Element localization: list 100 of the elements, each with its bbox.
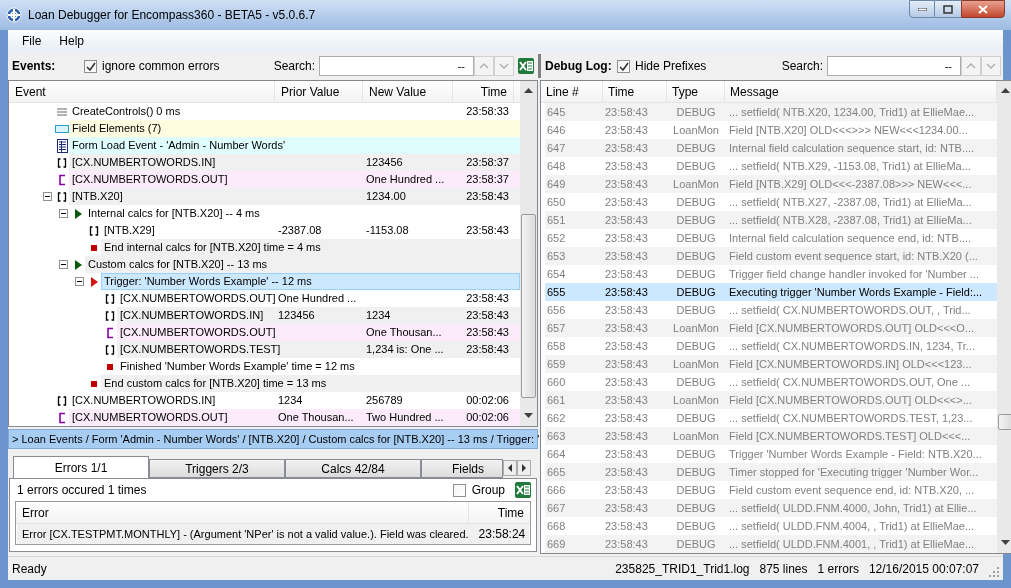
- scroll-thumb[interactable]: [521, 214, 536, 398]
- log-row[interactable]: 657 23:58:43 LoanMon Field [CX.NUMBERTOWORDS.OUT] OLD<<<O...: [545, 319, 997, 337]
- table-cell: 1234.00: [366, 190, 406, 203]
- table-cell-text: 647: [546, 140, 567, 156]
- tab[interactable]: Fields: [421, 459, 503, 478]
- chevron-down-icon: [499, 62, 509, 70]
- scrollbar[interactable]: [520, 81, 537, 426]
- checkbox[interactable]: [617, 59, 630, 73]
- event-label: Field Elements (7): [72, 122, 162, 135]
- log-row[interactable]: 663 23:58:43 LoanMon Field [CX.NUMBERTOWORDS.TEST] OLD<<<...: [545, 427, 997, 445]
- log-row[interactable]: 647 23:58:43 DEBUG Internal field calculation sequence start, id: NTB....: [545, 139, 997, 157]
- table-cell-text: 660: [546, 374, 567, 390]
- log-row[interactable]: 653 23:58:43 DEBUG Field custom event sequence start, id: NTB.X20 (...: [545, 247, 997, 265]
- log-row[interactable]: 667 23:58:43 DEBUG ... setfield( ULDD.FNM.4000, John, Trid1) at Ellie...: [545, 499, 997, 517]
- table-cell-text: 668: [546, 518, 567, 534]
- checkbox[interactable]: [452, 483, 466, 497]
- tree-row[interactable]: [CX.NUMBERTOWORDS.IN] 123456 23:58:37: [69, 154, 520, 171]
- table-cell-text: 648: [546, 158, 567, 174]
- tree-row[interactable]: [CX.NUMBERTOWORDS.OUT] One Thousan... 23:58:43: [117, 324, 520, 341]
- tree-row[interactable]: Field Elements (7): [69, 120, 520, 137]
- column-header[interactable]: Time: [453, 81, 514, 102]
- log-row[interactable]: 669 23:58:43 DEBUG ... setfield( ULDD.FNM.4001, , Trid1) at EllieMae...: [545, 535, 997, 553]
- caret-left-icon: [507, 464, 513, 472]
- log-row[interactable]: 661 23:58:43 LoanMon Field [CX.NUMBERTOWORDS.OUT] OLD<<<>...: [545, 391, 997, 409]
- collapse-toggle-icon[interactable]: [42, 192, 52, 201]
- log-row[interactable]: 645 23:58:43 DEBUG ... setfield( NTB.X20, 1234.00, Trid1) at EllieMae...: [545, 103, 997, 121]
- menu-item[interactable]: File: [14, 31, 50, 51]
- log-row[interactable]: 665 23:58:43 DEBUG Timer stopped for 'Executing trigger 'Number Wor...: [545, 463, 997, 481]
- tree-row[interactable]: Internal calcs for [NTB.X20] -- 4 ms: [85, 205, 520, 222]
- table-cell-text: ... setfield( CX.NUMBERTOWORDS.OUT, One ...: [728, 374, 972, 390]
- table-cell-text: 23:58:43: [604, 230, 649, 246]
- tree-row[interactable]: [CX.NUMBERTOWORDS.IN] 1234 256789 00:02:06: [69, 392, 520, 409]
- collapse-toggle-icon[interactable]: [58, 260, 68, 269]
- brackets-icon: [57, 394, 67, 407]
- brackets-icon: [105, 292, 115, 305]
- column-header[interactable]: New Value: [363, 81, 453, 102]
- table-cell-text: DEBUG: [675, 158, 717, 174]
- event-label: [CX.NUMBERTOWORDS.TEST]: [120, 343, 281, 356]
- column-header[interactable]: Event: [9, 81, 275, 102]
- breadcrumb-bar: > Loan Events / Form 'Admin - Number Words' / [NTB.X20] / Custom calcs for [NTB.X20] -- 13 ms / Trigger: ': [8, 429, 538, 449]
- tree-row[interactable]: Finished 'Number Words Example' time = 12 ms: [117, 358, 520, 375]
- column-header[interactable]: Time: [603, 81, 667, 102]
- log-row[interactable]: 659 23:58:43 LoanMon Field [CX.NUMBERTOWORDS.IN] OLD<<<123...: [545, 355, 997, 373]
- table-cell-text: LoanMon: [672, 392, 720, 408]
- log-row[interactable]: 651 23:58:43 DEBUG ... setfield( NTB.X28, -2387.08, Trid1) at EllieMa...: [545, 211, 997, 229]
- tree-row[interactable]: [NTB.X20] 1234.00 23:58:43: [69, 188, 520, 205]
- close-button[interactable]: [961, 0, 1005, 18]
- scroll-down-icon: [1001, 540, 1010, 546]
- tab-scroll-right-button[interactable]: [517, 460, 531, 476]
- maximize-button[interactable]: [935, 0, 961, 18]
- spreadsheet-icon: [518, 58, 534, 74]
- table-cell-text: DEBUG: [675, 302, 717, 318]
- collapse-toggle-icon[interactable]: [58, 209, 68, 218]
- tree-row[interactable]: [CX.NUMBERTOWORDS.OUT] One Hundred ... 23:58:37: [69, 171, 520, 188]
- search-field[interactable]: --: [827, 56, 961, 76]
- scrollbar[interactable]: [997, 81, 1011, 553]
- column-header[interactable]: Type: [667, 81, 725, 102]
- table-cell-text: DEBUG: [675, 104, 717, 120]
- tab[interactable]: Calcs 42/84: [285, 459, 421, 478]
- toolbar-label: Events:: [12, 58, 57, 75]
- scroll-thumb[interactable]: [998, 414, 1011, 430]
- table-cell-text: DEBUG: [675, 464, 717, 480]
- tree-row[interactable]: End internal calcs for [NTB.X20] time = 4 ms: [101, 239, 520, 256]
- collapse-toggle-icon[interactable]: [74, 277, 84, 286]
- table-cell-text: 659: [546, 356, 567, 372]
- search-field[interactable]: --: [319, 56, 474, 76]
- checkbox[interactable]: [84, 59, 97, 73]
- tree-row[interactable]: [NTB.X29] -2387.08 -1153.08 23:58:43: [101, 222, 520, 239]
- tree-row[interactable]: Custom calcs for [NTB.X20] -- 13 ms: [85, 256, 520, 273]
- table-cell-text: 23:58:43: [604, 446, 649, 462]
- checkbox-label: Group: [471, 482, 505, 499]
- log-row[interactable]: 649 23:58:43 LoanMon Field [NTB.X29] OLD<<<-2387.08>>> NEW<<<...: [545, 175, 997, 193]
- tab[interactable]: Errors 1/1: [13, 456, 149, 478]
- tree-row[interactable]: CreateControls() 0 ms 23:58:33: [69, 103, 520, 120]
- column-header[interactable]: Prior Value: [275, 81, 363, 102]
- column-header[interactable]: Time: [468, 502, 530, 523]
- table-cell-text: DEBUG: [675, 338, 717, 354]
- table-cell-text: 656: [546, 302, 567, 318]
- tree-row[interactable]: [CX.NUMBERTOWORDS.OUT] One Thousan... Two Hundred ... 00:02:06: [69, 409, 520, 426]
- log-row[interactable]: 655 23:58:43 DEBUG Executing trigger 'Number Words Example - Field:...: [545, 283, 997, 301]
- status-text: 235825_TRID1_Trid1.log: [615, 560, 750, 578]
- brackets-icon: [57, 156, 67, 169]
- tree-row[interactable]: End custom calcs for [NTB.X20] time = 13 ms: [101, 375, 520, 392]
- tree-row[interactable]: [CX.NUMBERTOWORDS.IN] 123456 1234 23:58:43: [117, 307, 520, 324]
- column-header[interactable]: Error: [16, 502, 468, 523]
- column-header[interactable]: Line #: [541, 81, 603, 102]
- minimize-button[interactable]: [909, 0, 935, 18]
- tab[interactable]: Triggers 2/3: [149, 459, 285, 478]
- table-cell-text: 23:58:43: [604, 176, 649, 192]
- table-cell: 23:58:37: [466, 173, 509, 186]
- tree-row[interactable]: [CX.NUMBERTOWORDS.TEST] 1,234 is: One ... 23:58:43: [117, 341, 520, 358]
- tree-row[interactable]: [CX.NUMBERTOWORDS.OUT] One Hundred ... 23:58:43: [117, 290, 520, 307]
- tab-scroll-left-button[interactable]: [503, 460, 517, 476]
- tree-row[interactable]: Trigger: 'Number Words Example' -- 12 ms: [101, 273, 520, 290]
- brackets-icon: [89, 224, 99, 237]
- table-cell: 23:58:43: [466, 224, 509, 237]
- table-cell-text: DEBUG: [675, 518, 717, 534]
- menu-item[interactable]: Help: [51, 31, 93, 51]
- table-cell: One Thousan...: [366, 326, 442, 339]
- tree-row[interactable]: Form Load Event - 'Admin - Number Words': [69, 137, 520, 154]
